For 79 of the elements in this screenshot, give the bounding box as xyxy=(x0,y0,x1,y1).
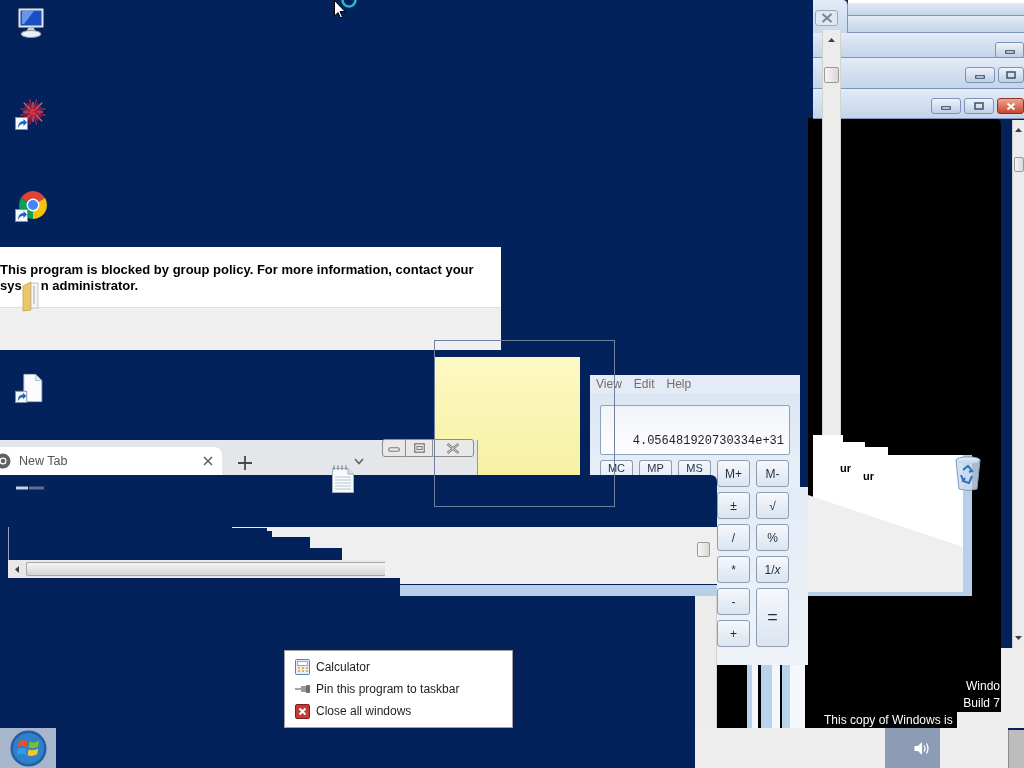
scrollbar-thumb[interactable] xyxy=(824,67,839,83)
computer-icon[interactable] xyxy=(15,6,47,38)
pin-icon xyxy=(295,685,310,693)
scroll-left-arrow-icon[interactable] xyxy=(15,565,19,573)
close-icon[interactable] xyxy=(203,456,213,466)
calculator-key[interactable]: = xyxy=(756,588,789,647)
chevron-down-icon[interactable] xyxy=(354,458,364,465)
calculator-key[interactable]: + xyxy=(717,620,750,647)
browser-tab[interactable]: New Tab xyxy=(0,447,222,475)
logo-drawing xyxy=(16,486,44,490)
jump-list-item[interactable]: Calculator xyxy=(295,656,512,678)
maximize-icon xyxy=(974,102,984,110)
close-icon xyxy=(820,13,833,23)
minimize-button[interactable] xyxy=(931,98,961,114)
notice-text: Build 7 xyxy=(963,695,1000,712)
calculator-key[interactable]: * xyxy=(717,556,750,583)
text-fragment: ur xyxy=(840,462,851,474)
burst-shortcut-icon[interactable] xyxy=(15,98,47,130)
jump-list-item[interactable]: Pin this program to taskbar xyxy=(295,678,512,700)
minimize-icon xyxy=(1004,50,1015,54)
taskbar-panel xyxy=(940,728,1008,768)
vertical-scrollbar[interactable] xyxy=(822,30,841,435)
calculator-key[interactable]: M- xyxy=(756,460,789,487)
calculator-key[interactable]: / xyxy=(717,524,750,551)
notice-text: Windo xyxy=(966,678,1000,695)
calculator-icon xyxy=(295,659,310,675)
maximize-button[interactable] xyxy=(964,98,994,114)
jump-list-item[interactable]: Close all windows xyxy=(295,700,512,722)
scroll-down-arrow-icon[interactable] xyxy=(1015,636,1022,640)
volume-button[interactable] xyxy=(885,728,940,768)
browser-logo-icon xyxy=(0,453,11,469)
browser-shortcut-icon[interactable] xyxy=(15,190,47,222)
text-fragment: ur xyxy=(863,470,874,482)
calculator-key[interactable]: ± xyxy=(717,492,750,519)
calculator-key[interactable]: - xyxy=(717,588,750,615)
speaker-icon xyxy=(914,740,930,756)
vertical-scrollbar[interactable] xyxy=(1012,120,1024,648)
maximize-button[interactable] xyxy=(406,439,432,457)
stripes-drawing xyxy=(747,665,805,728)
minimize-button[interactable] xyxy=(995,42,1024,58)
busy-ring-icon xyxy=(340,0,358,9)
scrollbar-thumb[interactable] xyxy=(26,562,385,576)
calculator-key[interactable]: % xyxy=(756,524,789,551)
start-button[interactable] xyxy=(0,728,56,768)
dialog-message-fragment: sys xyxy=(0,278,22,294)
horizontal-scrollbar[interactable] xyxy=(8,560,385,578)
mouse-pointer-icon xyxy=(334,0,346,19)
menu-item[interactable]: Help xyxy=(666,377,692,391)
minimize-icon xyxy=(975,75,985,79)
plus-icon[interactable] xyxy=(238,456,252,470)
notice-text: This copy of Windows is xyxy=(824,713,953,727)
trash-icon[interactable] xyxy=(955,456,981,492)
calculator-key[interactable]: MP xyxy=(639,460,672,475)
scrollbar-thumb[interactable] xyxy=(697,542,710,557)
menu-item[interactable]: Edit xyxy=(633,377,655,391)
maximize-icon xyxy=(413,443,425,453)
scrollbar-thumb[interactable] xyxy=(1013,157,1024,172)
minimize-icon xyxy=(388,447,400,452)
maximize-icon xyxy=(1006,71,1016,79)
start-orb-icon xyxy=(9,729,47,767)
close-button[interactable] xyxy=(432,439,474,457)
scroll-up-arrow-icon[interactable] xyxy=(828,38,835,42)
display-value: 4.056481920730334e+31 xyxy=(632,435,784,448)
scroll-up-arrow-icon[interactable] xyxy=(1015,128,1022,132)
close-icon xyxy=(1005,101,1016,111)
file-shortcut-icon[interactable] xyxy=(15,373,45,403)
dialog-message: This program is blocked by group policy. For more information, contact your xyxy=(0,262,475,278)
minimize-button[interactable] xyxy=(382,439,406,457)
close-icon xyxy=(446,442,460,454)
dialog-message-fragment: n administrator. xyxy=(40,278,139,294)
calculator-key[interactable]: MS xyxy=(678,460,711,475)
calculator-key[interactable]: √ xyxy=(756,492,789,519)
minimize-icon xyxy=(941,106,951,110)
minimize-button[interactable] xyxy=(965,67,995,83)
close-button[interactable] xyxy=(997,98,1024,114)
maximize-button[interactable] xyxy=(998,67,1024,83)
close-icon xyxy=(295,703,310,719)
calculator-key[interactable]: 1/x xyxy=(756,556,789,583)
calculator-key[interactable]: M+ xyxy=(717,460,750,487)
